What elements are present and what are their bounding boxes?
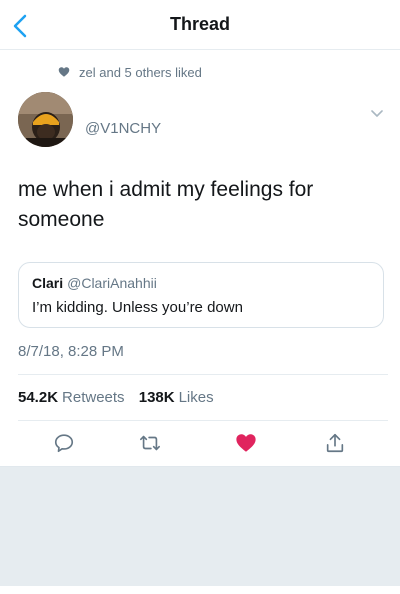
reply-icon xyxy=(54,434,74,453)
retweets-label: Retweets xyxy=(62,389,125,406)
retweet-icon xyxy=(140,435,160,451)
avatar[interactable] xyxy=(18,92,73,147)
likes-count: 138K xyxy=(138,389,175,406)
navbar: Thread xyxy=(0,0,400,50)
divider xyxy=(18,374,388,375)
caret-down-icon xyxy=(371,110,383,117)
page-title: Thread xyxy=(169,14,230,34)
avatar-image xyxy=(18,92,73,147)
quoted-author-handle: @ClariAnahhii xyxy=(67,275,157,291)
likes-stat[interactable]: 138K Likes xyxy=(139,389,224,406)
quoted-author-name: Clari xyxy=(32,275,64,291)
retweets-count: 54.2K xyxy=(18,389,59,406)
share-button[interactable] xyxy=(324,432,346,454)
tweet-stats: 54.2K Retweets 138K Likes xyxy=(18,389,224,406)
tweet-menu-button[interactable] xyxy=(370,106,384,117)
social-context: zel and 5 others liked xyxy=(58,62,202,82)
quoted-tweet-text: I’m kidding. Unless you’re down xyxy=(32,299,243,316)
tweet-timestamp: 8/7/18, 8:28 PM xyxy=(18,343,124,360)
social-context-text: zel and 5 others liked xyxy=(79,64,202,80)
author-handle[interactable]: @V1NCHY xyxy=(85,120,161,137)
likes-label: Likes xyxy=(178,389,214,406)
heart-icon xyxy=(58,67,70,77)
quoted-tweet[interactable]: Clari @ClariAnahhii I’m kidding. Unless y… xyxy=(18,262,384,328)
divider xyxy=(18,420,388,421)
quoted-tweet-header: Clari @ClariAnahhii xyxy=(32,275,157,291)
tweet-thread-screen: Thread zel and 5 others liked @V1NCHY me… xyxy=(0,0,400,594)
like-button[interactable] xyxy=(235,432,257,454)
like-icon xyxy=(236,434,256,452)
empty-reply-area xyxy=(0,466,400,586)
share-icon xyxy=(326,433,344,453)
retweets-stat[interactable]: 54.2K Retweets xyxy=(18,389,135,406)
tweet-text: me when i admit my feelings for someone xyxy=(18,178,314,231)
retweet-button[interactable] xyxy=(139,432,161,454)
reply-button[interactable] xyxy=(53,432,75,454)
